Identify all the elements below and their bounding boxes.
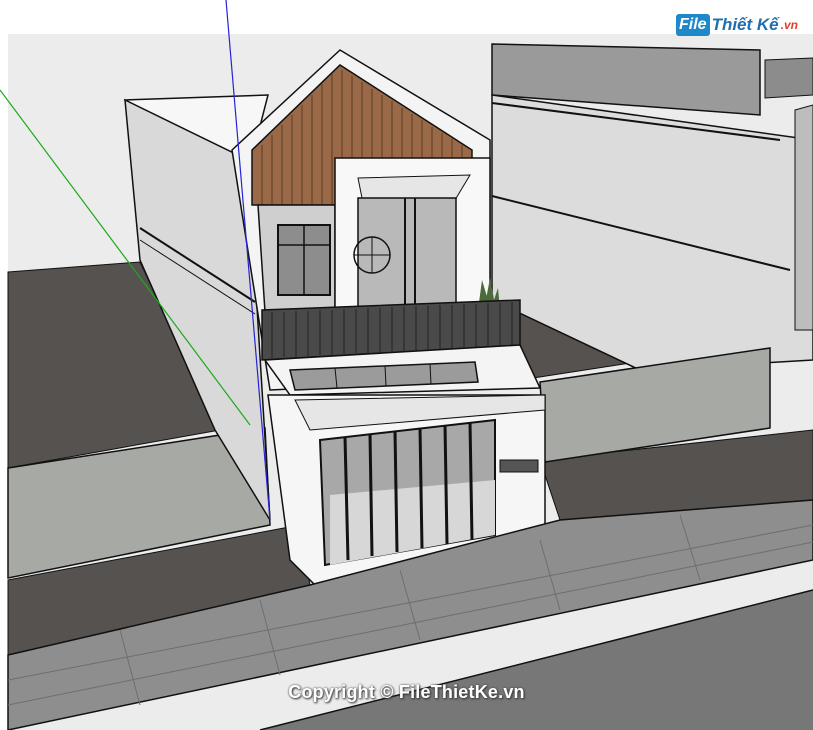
house-3d-model [0, 0, 813, 730]
logo-badge: File [676, 14, 710, 36]
house-number-plate [499, 459, 539, 473]
filethietke-logo: File Thiết Kế .vn [676, 14, 798, 36]
logo-tld: .vn [780, 18, 798, 32]
upper-balcony-door [357, 197, 457, 321]
sketchup-viewport[interactable]: File Thiết Kế .vn Copyright © FileThietK… [0, 0, 813, 730]
copyright-watermark: Copyright © FileThietKe.vn [288, 682, 525, 702]
logo-text: Thiết Kế [711, 15, 779, 34]
